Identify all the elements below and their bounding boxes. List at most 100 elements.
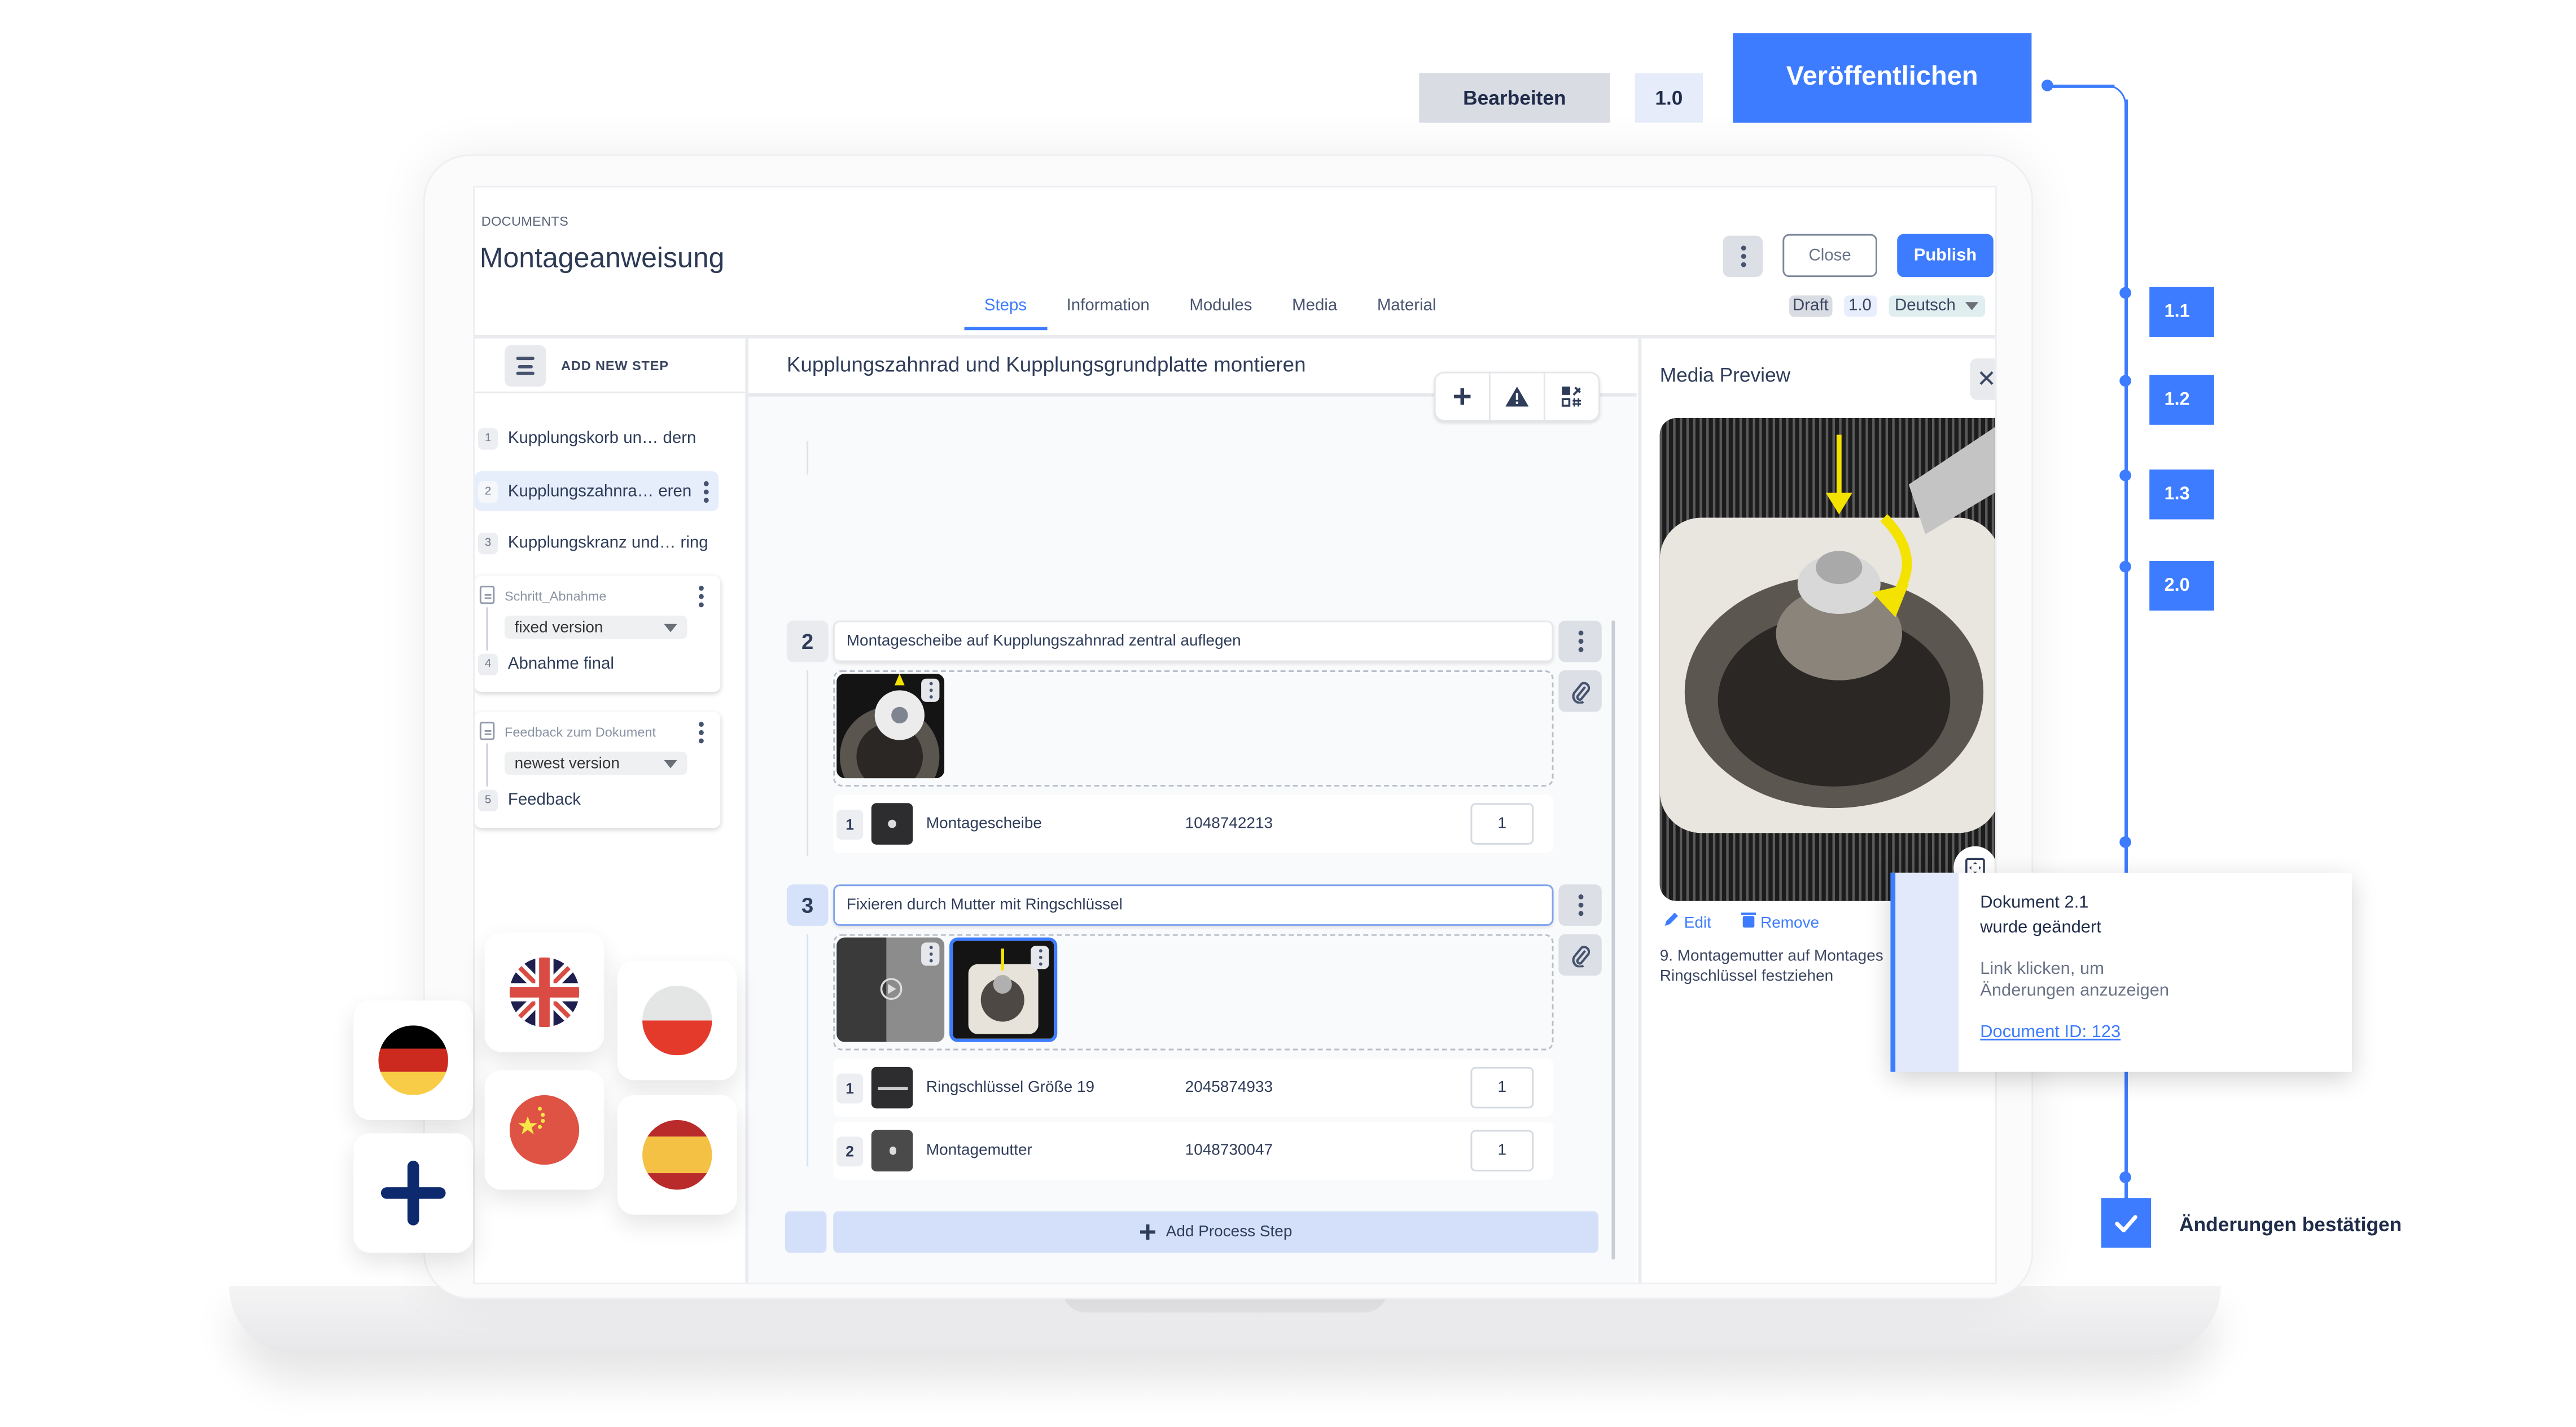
substep-text-input[interactable]: Fixieren durch Mutter mit Ringschlüssel bbox=[833, 884, 1554, 926]
remove-media-button[interactable]: Remove bbox=[1741, 911, 1820, 933]
version-value: newest version bbox=[514, 754, 620, 772]
thumbnail-menu-button[interactable] bbox=[1031, 946, 1049, 969]
page-title: Montageanweisung bbox=[479, 242, 725, 274]
media-thumbnail[interactable] bbox=[836, 673, 945, 779]
version-history-item[interactable]: 1.2 bbox=[2149, 375, 2214, 425]
attach-button[interactable] bbox=[1558, 670, 1602, 712]
edit-label: Edit bbox=[1684, 914, 1711, 933]
more-options-button[interactable] bbox=[1723, 235, 1763, 278]
module-connector bbox=[486, 607, 488, 651]
material-quantity-input[interactable]: 1 bbox=[1470, 803, 1534, 845]
kebab-icon[interactable] bbox=[699, 586, 704, 608]
notification-accent bbox=[1890, 872, 1896, 1072]
material-row[interactable]: 1 Montagescheibe 1048742213 1 bbox=[833, 794, 1554, 853]
step-rail bbox=[807, 934, 809, 1167]
tool-number-icon bbox=[1561, 387, 1581, 407]
module-version-select[interactable]: fixed version bbox=[504, 615, 687, 639]
tab-modules[interactable]: Modules bbox=[1169, 297, 1272, 330]
add-new-step-button[interactable]: ADD NEW STEP bbox=[561, 358, 669, 373]
notification-title-line: Dokument 2.1 bbox=[1980, 893, 2089, 913]
scrollbar[interactable] bbox=[1611, 620, 1615, 1259]
material-image bbox=[871, 1130, 913, 1172]
language-value: Deutsch bbox=[1895, 297, 1956, 315]
kebab-icon[interactable] bbox=[699, 722, 704, 744]
step-rail bbox=[807, 670, 809, 857]
version-history-item[interactable]: 1.1 bbox=[2149, 287, 2214, 337]
language-tile-spanish[interactable] bbox=[617, 1095, 737, 1215]
step-menu-button[interactable] bbox=[504, 345, 546, 387]
trash-icon bbox=[1741, 912, 1756, 928]
media-thumbnail-selected[interactable] bbox=[949, 937, 1058, 1042]
document-link[interactable]: Document ID: 123 bbox=[1980, 1022, 2169, 1042]
material-quantity-input[interactable]: 1 bbox=[1470, 1066, 1534, 1109]
substep-menu-button[interactable] bbox=[1558, 884, 1602, 926]
module-step[interactable]: 5 Feedback bbox=[475, 789, 581, 812]
editor-toolbar bbox=[1434, 371, 1600, 421]
timeline-dot bbox=[2119, 560, 2131, 573]
plus-icon bbox=[1454, 388, 1471, 405]
material-quantity-input[interactable]: 1 bbox=[1470, 1130, 1534, 1172]
language-tile-polish[interactable] bbox=[617, 960, 737, 1081]
material-id: 1048742213 bbox=[1185, 814, 1273, 833]
notification-sub-line: Link klicken, um bbox=[1980, 959, 2104, 980]
version-history-item[interactable]: 2.0 bbox=[2149, 560, 2214, 611]
thumbnail-menu-button[interactable] bbox=[921, 678, 940, 702]
tab-information[interactable]: Information bbox=[1046, 297, 1169, 330]
confirm-changes-checkbox[interactable] bbox=[2101, 1198, 2152, 1248]
close-button[interactable]: Close bbox=[1782, 234, 1877, 278]
edit-button[interactable]: Bearbeiten bbox=[1419, 73, 1610, 123]
language-tile-chinese[interactable] bbox=[484, 1070, 604, 1190]
language-select[interactable]: Deutsch bbox=[1888, 295, 1984, 317]
module-version-select[interactable]: newest version bbox=[504, 752, 687, 775]
tab-steps[interactable]: Steps bbox=[964, 297, 1047, 331]
remove-label: Remove bbox=[1760, 914, 1820, 933]
material-row[interactable]: 1 Ringschlüssel Größe 19 2045874933 1 bbox=[833, 1059, 1554, 1117]
material-number: 2 bbox=[836, 1135, 864, 1166]
substep-menu-button[interactable] bbox=[1558, 620, 1602, 662]
sidebar-step-item-active[interactable]: 2 Kupplungszahnra… eren bbox=[475, 471, 719, 511]
publish-button[interactable]: Publish bbox=[1897, 234, 1994, 278]
step-title[interactable]: Kupplungszahnrad und Kupplungsgrundplatt… bbox=[787, 353, 1306, 376]
warning-button[interactable] bbox=[1491, 373, 1545, 420]
add-process-step-button[interactable]: Add Process Step bbox=[833, 1211, 1598, 1253]
publish-large-button[interactable]: Veröffentlichen bbox=[1733, 33, 2032, 123]
sidebar-step-item[interactable]: 3 Kupplungskranz und… ring bbox=[475, 522, 719, 563]
module-card: Schritt_Abnahme fixed version 4 Abnahme … bbox=[475, 576, 721, 692]
module-step[interactable]: 4 Abnahme final bbox=[475, 653, 614, 675]
media-dropzone[interactable] bbox=[833, 934, 1554, 1051]
tool-id-button[interactable] bbox=[1545, 374, 1598, 420]
language-tile-german[interactable] bbox=[353, 1000, 474, 1120]
media-preview-title: Media Preview bbox=[1659, 363, 1791, 387]
video-thumbnail[interactable] bbox=[836, 937, 945, 1042]
add-button[interactable] bbox=[1436, 373, 1491, 420]
thumbnail-menu-button[interactable] bbox=[921, 942, 940, 966]
add-process-step-handle[interactable] bbox=[785, 1211, 827, 1253]
edit-media-button[interactable]: Edit bbox=[1663, 911, 1711, 933]
material-number: 1 bbox=[836, 1073, 864, 1103]
material-row[interactable]: 2 Montagemutter 1048730047 1 bbox=[833, 1121, 1554, 1180]
attach-button[interactable] bbox=[1558, 934, 1602, 976]
kebab-icon bbox=[928, 682, 932, 699]
add-language-button[interactable] bbox=[353, 1133, 474, 1253]
material-name: Ringschlüssel Größe 19 bbox=[926, 1078, 1095, 1097]
chevron-down-icon bbox=[664, 759, 677, 768]
timeline-dot bbox=[2041, 80, 2053, 91]
kebab-icon[interactable] bbox=[703, 480, 709, 502]
step-rail bbox=[807, 441, 809, 475]
close-icon: ✕ bbox=[1977, 365, 1996, 392]
substep-text-input[interactable]: Montagescheibe auf Kupplungszahnrad zent… bbox=[833, 620, 1554, 662]
tab-media[interactable]: Media bbox=[1272, 297, 1357, 330]
timeline-dot bbox=[2119, 836, 2131, 848]
sidebar-step-item[interactable]: 1 Kupplungskorb un… dern bbox=[475, 418, 719, 458]
language-tile-english[interactable] bbox=[484, 932, 604, 1052]
version-history-item[interactable]: 1.3 bbox=[2149, 469, 2214, 520]
tab-material[interactable]: Material bbox=[1357, 297, 1456, 330]
substep-number: 3 bbox=[786, 884, 829, 926]
breadcrumb[interactable]: DOCUMENTS bbox=[481, 214, 568, 229]
confirm-changes-label[interactable]: Änderungen bestätigen bbox=[2179, 1213, 2402, 1236]
timeline-dot bbox=[2119, 287, 2131, 299]
kebab-icon bbox=[928, 946, 932, 963]
close-preview-button[interactable]: ✕ bbox=[1970, 358, 1996, 400]
media-dropzone[interactable] bbox=[833, 670, 1554, 787]
material-id: 1048730047 bbox=[1185, 1141, 1273, 1160]
